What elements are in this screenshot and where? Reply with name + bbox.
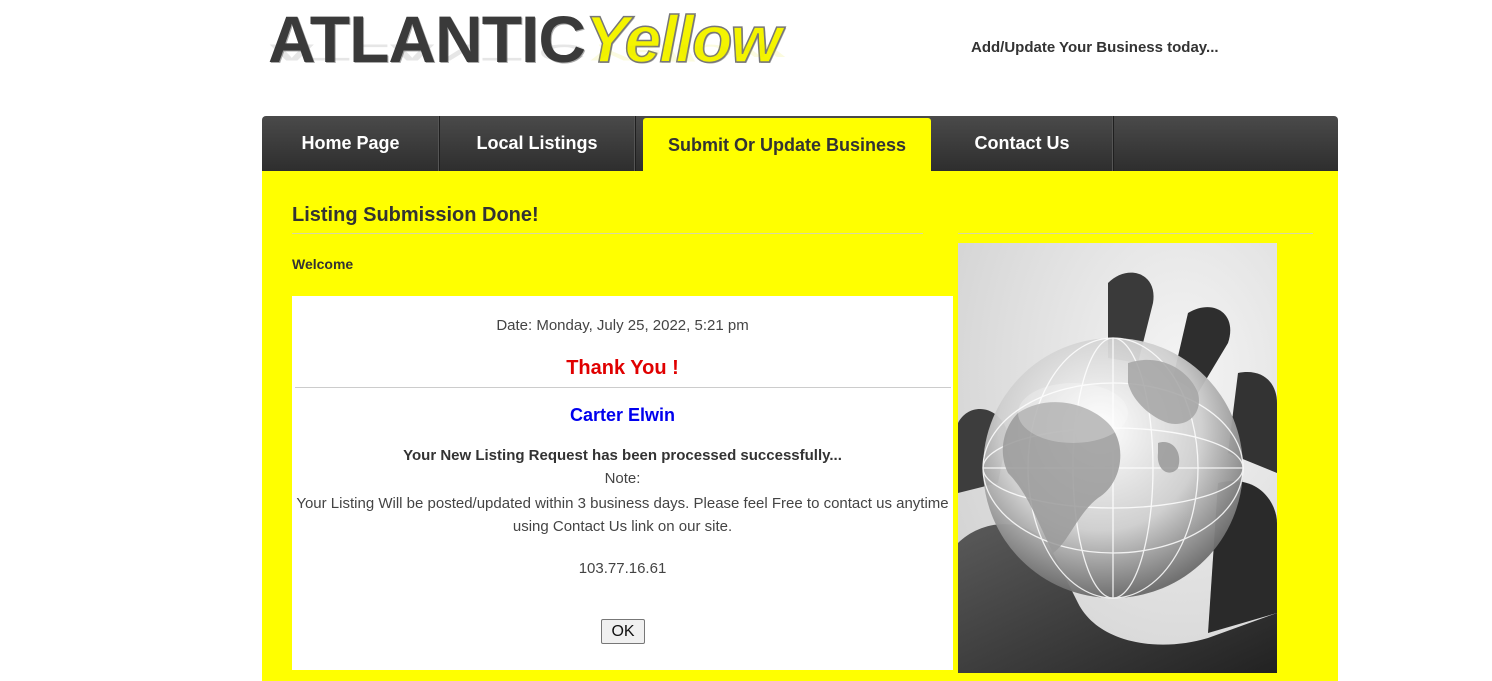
main-nav: Home Page Local Listings Submit Or Updat… (262, 116, 1338, 173)
submission-date: Date: Monday, July 25, 2022, 5:21 pm (496, 317, 749, 334)
posting-message-line2: using Contact Us link on our site. (512, 518, 733, 535)
sidebar-divider (958, 233, 1313, 234)
logo-reflection: ATLANTICYellow (268, 39, 780, 66)
welcome-text: Welcome (292, 256, 354, 272)
note-label: Note: (604, 470, 641, 487)
header-tagline: Add/Update Your Business today... (971, 39, 1219, 56)
thank-you-heading: Thank You ! (566, 357, 679, 379)
ok-button[interactable]: OK (601, 619, 645, 644)
nav-contact-us[interactable]: Contact Us (931, 116, 1114, 171)
nav-submit-update-business[interactable]: Submit Or Update Business (643, 118, 931, 173)
page-title: Listing Submission Done! (292, 204, 539, 226)
posting-message: Your Listing Will be posted/updated with… (292, 492, 953, 538)
site-logo[interactable]: ATLANTICYellow ATLANTICYellow (268, 2, 808, 92)
nav-local-listings[interactable]: Local Listings (439, 116, 636, 171)
ip-address: 103.77.16.61 (578, 560, 667, 577)
processed-message: Your New Listing Request has been proces… (403, 447, 842, 464)
title-divider (292, 233, 923, 234)
submitter-name: Carter Elwin (569, 405, 676, 425)
confirmation-panel: Date: Monday, July 25, 2022, 5:21 pm Tha… (292, 296, 953, 670)
globe-in-hand-image (958, 243, 1277, 673)
globe-icon (958, 243, 1277, 673)
content-area: Listing Submission Done! Welcome Date: M… (262, 171, 1338, 681)
posting-message-line1: Your Listing Will be posted/updated with… (296, 495, 949, 512)
nav-home-page[interactable]: Home Page (262, 116, 440, 171)
panel-divider (295, 387, 951, 388)
